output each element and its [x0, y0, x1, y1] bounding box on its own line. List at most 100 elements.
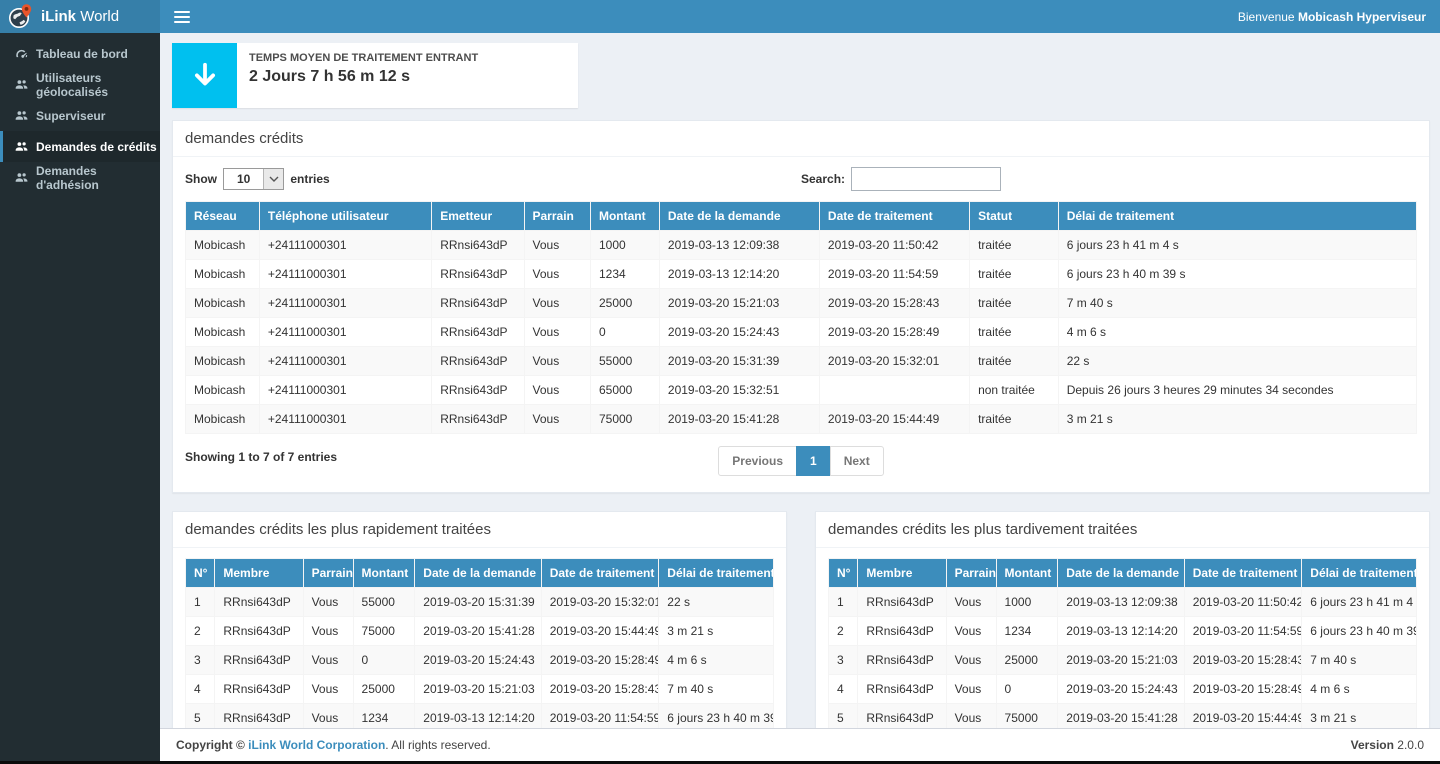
table-cell: Mobicash [186, 260, 260, 289]
table-cell: 65000 [590, 376, 659, 405]
table-row: Mobicash+24111000301RRnsi643dPVous550002… [186, 347, 1417, 376]
table-cell: 7 m 40 s [1058, 289, 1416, 318]
users-icon [14, 109, 28, 123]
table-footer: Showing 1 to 7 of 7 entries Previous 1 N… [185, 446, 1417, 478]
table-cell: 4 m 6 s [1058, 318, 1416, 347]
search-label: Search: [801, 172, 845, 186]
table-row: Mobicash+24111000301RRnsi643dPVous250002… [186, 289, 1417, 318]
table-cell: Vous [946, 588, 996, 617]
table-cell: 6 jours 23 h 41 m 4 s [1302, 588, 1417, 617]
sidebar-item-superviseur[interactable]: Superviseur [0, 100, 160, 131]
table-cell: 0 [590, 318, 659, 347]
table-cell: RRnsi643dP [858, 617, 946, 646]
sidebar-item-utilisateurs-geolocalises[interactable]: Utilisateurs géolocalisés [0, 69, 160, 100]
table-cell: RRnsi643dP [432, 376, 524, 405]
previous-page-button[interactable]: Previous [718, 446, 797, 476]
table-row: Mobicash+24111000301RRnsi643dPVous100020… [186, 231, 1417, 260]
table-cell: traitée [970, 405, 1059, 434]
table-cell: 25000 [590, 289, 659, 318]
table-cell: Vous [524, 405, 590, 434]
table-cell: 2019-03-20 15:41:28 [659, 405, 819, 434]
table-row: Mobicash+24111000301RRnsi643dPVous02019-… [186, 318, 1417, 347]
table-row: 3RRnsi643dPVous250002019-03-20 15:21:032… [829, 646, 1417, 675]
table-cell: 6 jours 23 h 40 m 39 s [1058, 260, 1416, 289]
column-header: Date de la demande [415, 559, 541, 588]
panel-title: demandes crédits [173, 121, 1429, 157]
next-page-button[interactable]: Next [830, 446, 884, 476]
table-cell: 2019-03-20 15:31:39 [415, 588, 541, 617]
table-cell: Vous [946, 646, 996, 675]
column-header: Date de la demande [659, 202, 819, 231]
table-cell: 2019-03-20 15:21:03 [1058, 646, 1184, 675]
table-cell: 7 m 40 s [659, 675, 774, 704]
column-header: Délai de traitement [1058, 202, 1416, 231]
column-header: Membre [215, 559, 303, 588]
entries-label: entries [290, 172, 329, 186]
table-cell: 1234 [590, 260, 659, 289]
table-cell: Vous [524, 289, 590, 318]
table-cell: RRnsi643dP [858, 588, 946, 617]
table-cell: +24111000301 [259, 260, 431, 289]
table-cell: 22 s [659, 588, 774, 617]
table-cell: Vous [946, 704, 996, 729]
table-cell: traitée [970, 347, 1059, 376]
table-cell: 2019-03-20 11:54:59 [1184, 617, 1302, 646]
table-cell: Vous [303, 617, 353, 646]
table-cell: 3 [829, 646, 858, 675]
search-input[interactable] [851, 167, 1001, 191]
table-row: 1RRnsi643dPVous10002019-03-13 12:09:3820… [829, 588, 1417, 617]
column-header: N° [186, 559, 215, 588]
sidebar-item-demandes-adhesion[interactable]: Demandes d'adhésion [0, 162, 160, 193]
sidebar-item-label: Demandes de crédits [36, 140, 157, 154]
bottom-panels-row: demandes crédits les plus rapidement tra… [172, 511, 1430, 728]
table-cell: 4 [829, 675, 858, 704]
table-cell: 2019-03-20 15:24:43 [415, 646, 541, 675]
table-cell: 4 [186, 675, 215, 704]
table-cell: 2019-03-20 15:24:43 [1058, 675, 1184, 704]
table-cell: Vous [524, 260, 590, 289]
column-header: Délai de traitement [1302, 559, 1417, 588]
page-1-button[interactable]: 1 [796, 446, 831, 476]
users-icon [14, 171, 28, 185]
table-cell: traitée [970, 289, 1059, 318]
showing-entries-info: Showing 1 to 7 of 7 entries [185, 450, 337, 464]
table-cell: Vous [524, 318, 590, 347]
table-row: Mobicash+24111000301RRnsi643dPVous750002… [186, 405, 1417, 434]
table-cell: +24111000301 [259, 347, 431, 376]
column-header: Date de traitement [1184, 559, 1302, 588]
column-header: Date de la demande [1058, 559, 1184, 588]
column-header: Date de traitement [819, 202, 969, 231]
table-header: N°MembreParrainMontantDate de la demande… [829, 559, 1417, 588]
chevron-down-icon [263, 169, 283, 189]
company-link[interactable]: iLink World Corporation [248, 738, 385, 752]
search-control: Search: [801, 167, 1417, 191]
sidebar-toggle-hamburger-icon[interactable] [174, 11, 190, 23]
table-cell: non traitée [970, 376, 1059, 405]
table-cell: 1000 [590, 231, 659, 260]
table-cell: 1000 [996, 588, 1058, 617]
avg-processing-time-card: TEMPS MOYEN DE TRAITEMENT ENTRANT 2 Jour… [172, 43, 578, 108]
table-cell: Vous [946, 675, 996, 704]
table-cell: RRnsi643dP [858, 675, 946, 704]
table-cell: 3 m 21 s [1058, 405, 1416, 434]
table-cell: 2019-03-20 15:28:49 [541, 646, 659, 675]
sidebar-item-label: Utilisateurs géolocalisés [36, 71, 160, 99]
table-cell: 2019-03-20 15:44:49 [541, 617, 659, 646]
column-header: N° [829, 559, 858, 588]
column-header: Membre [858, 559, 946, 588]
fastest-processed-panel: demandes crédits les plus rapidement tra… [172, 511, 787, 728]
brand-logo[interactable]: iLink World [0, 0, 160, 33]
sidebar-item-label: Tableau de bord [36, 47, 128, 61]
page-length-select[interactable]: 10 [223, 168, 284, 190]
sidebar-item-demandes-de-credits[interactable]: Demandes de crédits [0, 131, 160, 162]
latest-processed-table: N°MembreParrainMontantDate de la demande… [828, 558, 1417, 728]
main-content: TEMPS MOYEN DE TRAITEMENT ENTRANT 2 Jour… [160, 33, 1440, 728]
table-cell: 5 [829, 704, 858, 729]
table-controls: Show 10 entries Search: [185, 167, 1417, 191]
app-window: iLink World Tableau de bord Utilisateurs… [0, 0, 1440, 764]
table-cell: Mobicash [186, 318, 260, 347]
welcome-message: Bienvenue Mobicash Hyperviseur [1238, 10, 1426, 24]
table-cell: 2019-03-20 15:21:03 [659, 289, 819, 318]
sidebar-item-tableau-de-bord[interactable]: Tableau de bord [0, 38, 160, 69]
table-cell: 2 [186, 617, 215, 646]
